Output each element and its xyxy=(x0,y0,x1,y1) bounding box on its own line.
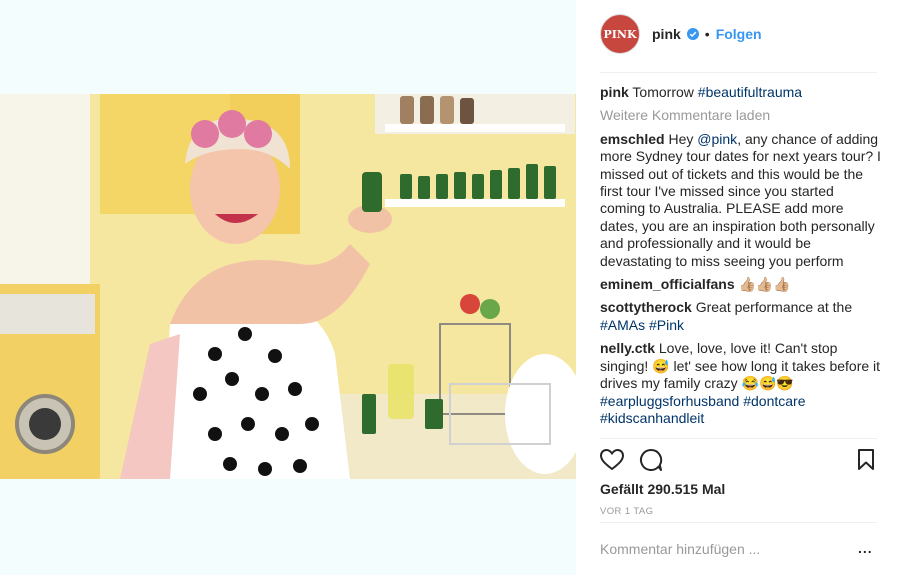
divider xyxy=(600,522,877,523)
load-more-comments-link[interactable]: Weitere Kommentare laden xyxy=(600,107,882,124)
post-header: PINK pink • Folgen xyxy=(600,14,762,54)
verified-badge-icon xyxy=(686,28,699,40)
instagram-post-view: PINK pink • Folgen pink Tomorrow #beauti… xyxy=(0,0,900,575)
comment-username[interactable]: emschled xyxy=(600,131,665,147)
heart-icon[interactable] xyxy=(600,449,624,471)
comment-text: , any chance of adding more Sydney tour … xyxy=(600,130,881,269)
post-photo[interactable] xyxy=(0,94,576,479)
comment-text: 👍🏼👍🏼👍🏼 xyxy=(738,276,791,293)
comment: eminem_officialfans 👍🏼👍🏼👍🏼 xyxy=(600,276,882,293)
comment-hashtags[interactable]: #earpluggsforhusband #dontcare #kidscanh… xyxy=(600,393,806,426)
post-date[interactable]: VOR 1 TAG xyxy=(600,506,653,517)
comment: scottytherock Great performance at the #… xyxy=(600,299,882,334)
more-options-button[interactable]: ... xyxy=(858,540,873,556)
comment-username[interactable]: eminem_officialfans xyxy=(600,276,735,292)
comment-icon[interactable] xyxy=(639,448,663,472)
divider xyxy=(600,438,877,439)
caption-hashtag[interactable]: #beautifultrauma xyxy=(698,84,802,100)
comments-section: pink Tomorrow #beautifultrauma Weitere K… xyxy=(600,84,882,433)
add-comment-input[interactable]: Kommentar hinzufügen ... xyxy=(600,541,760,557)
kitchen-photo-illustration xyxy=(0,94,576,479)
comment-mention[interactable]: @pink xyxy=(697,131,737,147)
comment-username[interactable]: nelly.ctk xyxy=(600,340,655,356)
caption-text: Tomorrow xyxy=(632,84,694,100)
bookmark-icon[interactable] xyxy=(857,449,875,471)
divider xyxy=(600,72,877,73)
comment-username[interactable]: scottytherock xyxy=(600,299,692,315)
caption-username[interactable]: pink xyxy=(600,84,629,100)
comment-text: Hey xyxy=(668,130,694,147)
separator-dot: • xyxy=(704,26,710,42)
username-link[interactable]: pink xyxy=(652,26,681,42)
caption: pink Tomorrow #beautifultrauma xyxy=(600,84,882,101)
comment: nelly.ctk Love, love, love it! Can't sto… xyxy=(600,340,882,427)
comment: emschled Hey @pink, any chance of adding… xyxy=(600,131,882,270)
post-actions xyxy=(600,448,877,474)
follow-button[interactable]: Folgen xyxy=(716,26,762,42)
comment-hashtags[interactable]: #AMAs #Pink xyxy=(600,317,684,333)
avatar-text: PINK xyxy=(603,27,637,41)
media-panel xyxy=(0,0,576,575)
post-sidebar: PINK pink • Folgen pink Tomorrow #beauti… xyxy=(576,0,900,575)
likes-count[interactable]: Gefällt 290.515 Mal xyxy=(600,481,725,497)
comment-text: Great performance at the xyxy=(695,299,853,316)
avatar[interactable]: PINK xyxy=(600,14,640,54)
